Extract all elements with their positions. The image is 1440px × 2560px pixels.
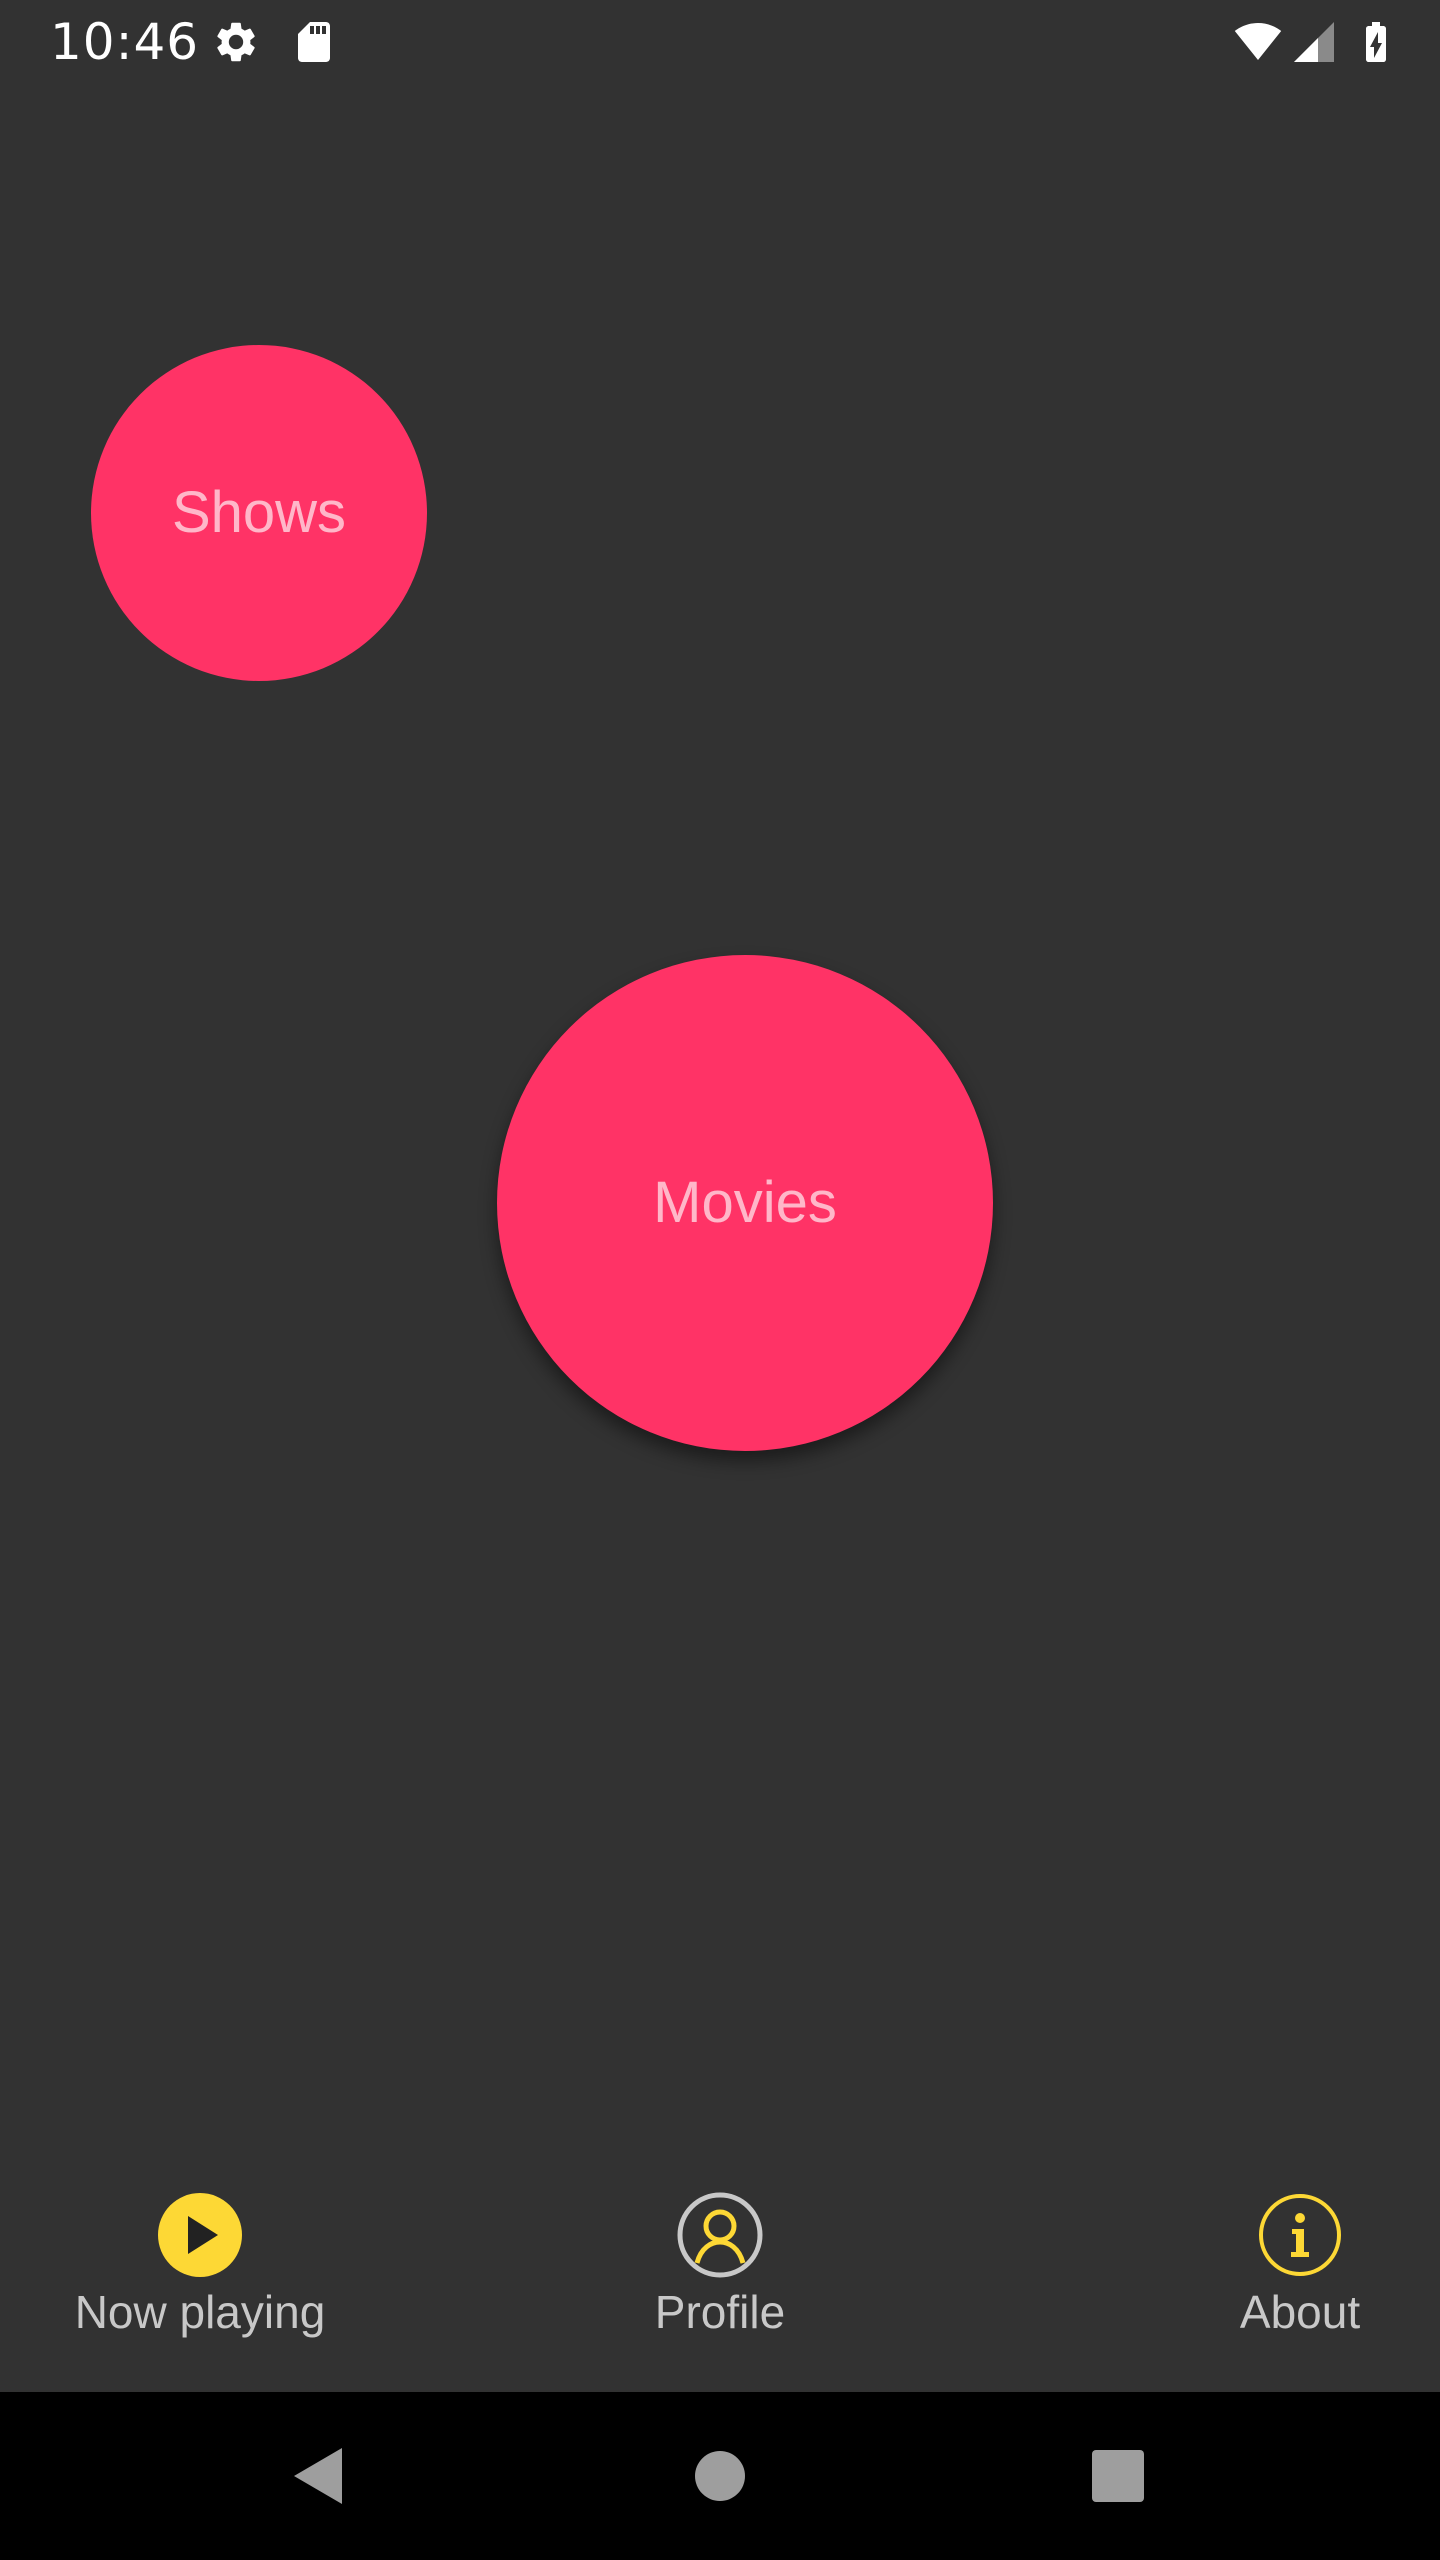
- back-icon[interactable]: [280, 2436, 360, 2516]
- app-screen: 10:46 Shows Movies Now playing Profile A…: [0, 0, 1440, 2560]
- recents-icon[interactable]: [1078, 2436, 1158, 2516]
- shows-bubble-label: Shows: [171, 480, 347, 545]
- bottom-navigation: Now playing Profile About: [0, 2160, 1440, 2392]
- status-bar: 10:46: [0, 0, 1440, 84]
- system-navigation-bar: [0, 2392, 1440, 2560]
- movies-bubble-label: Movies: [653, 1170, 837, 1235]
- battery-charging-icon: [1352, 18, 1400, 66]
- wifi-icon: [1230, 18, 1286, 66]
- info-icon: [1255, 2190, 1345, 2280]
- home-icon[interactable]: [680, 2436, 760, 2516]
- movies-bubble[interactable]: Movies: [497, 955, 993, 1451]
- sd-card-icon: [290, 18, 338, 66]
- nav-item-about[interactable]: About: [1180, 2190, 1420, 2340]
- nav-item-profile[interactable]: Profile: [600, 2190, 840, 2340]
- settings-icon: [212, 18, 260, 66]
- nav-label-now-playing: Now playing: [74, 2286, 326, 2338]
- nav-item-now-playing[interactable]: Now playing: [65, 2190, 335, 2340]
- cell-signal-icon: [1290, 18, 1338, 66]
- nav-label-about: About: [1239, 2286, 1361, 2338]
- play-circle-icon: [155, 2190, 245, 2280]
- profile-icon: [675, 2190, 765, 2280]
- nav-label-profile: Profile: [654, 2286, 786, 2338]
- shows-bubble[interactable]: Shows: [91, 345, 427, 681]
- status-time: 10:46: [50, 13, 200, 71]
